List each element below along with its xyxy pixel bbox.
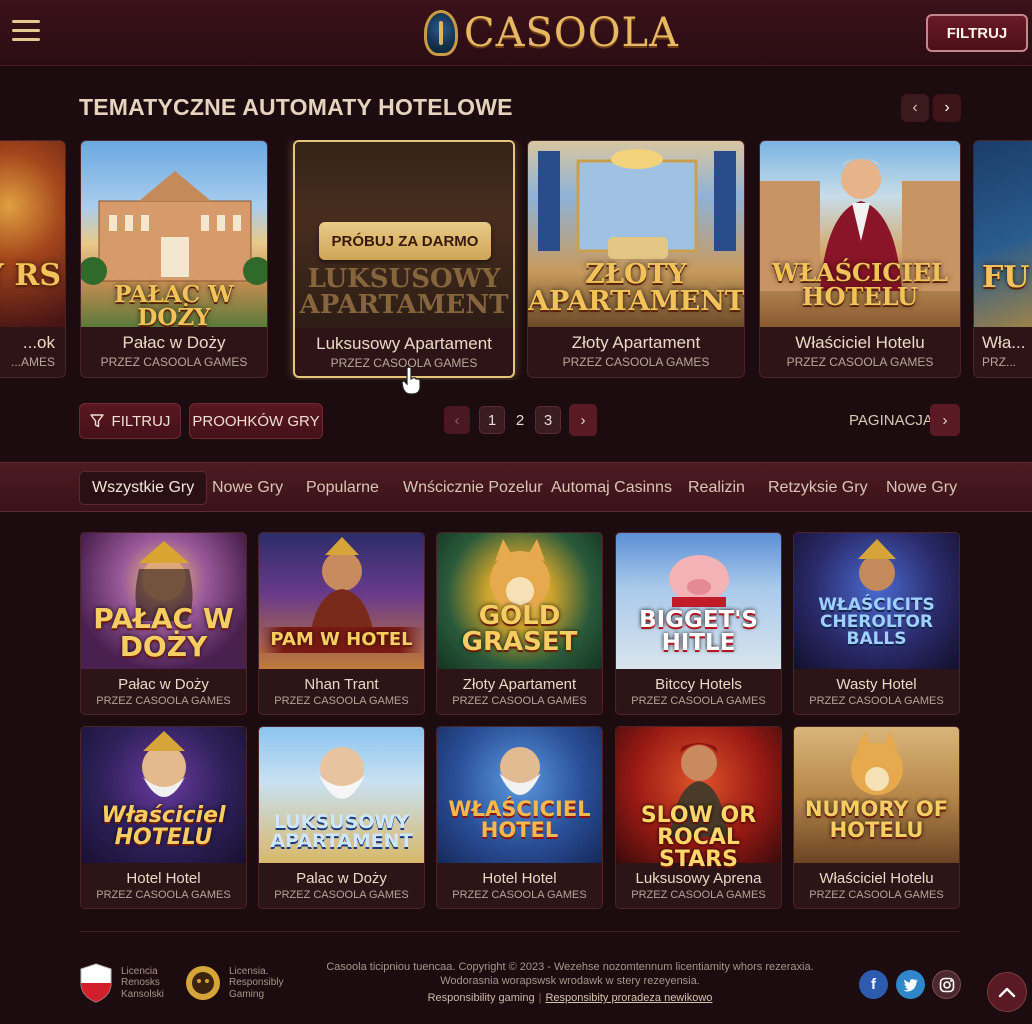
logo-text: CASOOLA: [464, 10, 679, 56]
twitter-icon[interactable]: [896, 970, 925, 999]
chevron-left-icon: ‹: [454, 411, 460, 429]
try-free-button[interactable]: PRÓBUJ ZA DARMO: [319, 222, 491, 260]
chevron-right-icon: ›: [942, 411, 948, 429]
footer-link-policy[interactable]: Responsibity proradeza newikowo: [545, 992, 712, 1004]
page-button[interactable]: 2: [507, 406, 533, 434]
footer-links: Responsibility gaming | Responsibity prora…: [427, 992, 713, 1004]
game-card[interactable]: Właściciel HOTELU Hotel Hotel PRZEZ CASO…: [80, 726, 247, 909]
footer-divider: [79, 931, 960, 932]
game-card[interactable]: PAM W HOTEL Nhan Trant PRZEZ CASOOLA GAM…: [258, 532, 425, 715]
game-art: PAŁAC W DOŻY: [81, 141, 267, 329]
license-badge[interactable]: Licencia Renosks Kansolski: [79, 963, 185, 1003]
game-card[interactable]: LUKSUSOWY APARTAMENT Palac w Doży PRZEZ …: [258, 726, 425, 909]
tab-new-games-2[interactable]: Nowe Gry: [886, 479, 957, 497]
chevron-left-icon: ‹: [912, 99, 918, 116]
game-card[interactable]: WŁAŚCICITS CHEROLTOR BALLS Wasty Hotel P…: [793, 532, 960, 715]
chevron-up-icon: [998, 987, 1016, 998]
instagram-icon[interactable]: [932, 970, 961, 999]
footer-link-responsible-gaming[interactable]: Responsibility gaming: [428, 992, 535, 1004]
game-card[interactable]: PAŁAC W DOŻY Pałac w Doży PRZEZ CASOOLA …: [80, 532, 247, 715]
game-card[interactable]: GOLD GRASET Złoty Apartament PRZEZ CASOO…: [436, 532, 603, 715]
game-art: WŁAŚCICIEL HOTEL: [437, 727, 602, 863]
game-art: WŁAŚCICIEL HOTELU: [760, 141, 960, 327]
hand-cursor-icon: [401, 366, 421, 395]
game-card[interactable]: WŁAŚCICIEL HOTEL Hotel Hotel PRZEZ CASOO…: [436, 726, 603, 909]
logo[interactable]: CASOOLA: [424, 6, 679, 60]
game-art: WŁAŚCICITS CHEROLTOR BALLS: [794, 533, 959, 669]
pagination-next-button[interactable]: ›: [569, 404, 597, 436]
game-card[interactable]: SLOW OR ROCAL STARS Luksusowy Aprena PRZ…: [615, 726, 782, 909]
game-art: GOLD GRASET: [437, 533, 602, 669]
menu-icon[interactable]: [12, 20, 40, 44]
game-art: Właściciel HOTELU: [81, 727, 246, 863]
game-art: BIGGET'S HITLE: [616, 533, 781, 669]
license-badge-text: Licencia Renosks Kansolski: [121, 965, 164, 1000]
tab-new-games[interactable]: Nowe Gry: [212, 479, 283, 497]
section-title: TEMATYCZNE AUTOMATY HOTELOWE: [79, 94, 513, 120]
top-header: CASOOLA FILTRUJ: [0, 0, 1032, 66]
responsible-gaming-icon: [186, 966, 220, 1000]
pagination-next-button-right[interactable]: ›: [930, 404, 960, 436]
tab-all-games[interactable]: Wszystkie Gry: [79, 471, 208, 505]
category-tabs: Wszystkie Gry Nowe Gry Popularne Wnścicz…: [0, 462, 1032, 512]
carousel-card[interactable]: WY RS ...ok ...AMES: [0, 140, 66, 378]
chevron-right-icon: ›: [944, 99, 950, 116]
game-art: WY RS: [0, 141, 65, 327]
funnel-icon: [89, 414, 104, 428]
tab-popular[interactable]: Popularne: [306, 479, 379, 497]
facebook-icon[interactable]: f: [859, 970, 888, 999]
carousel-next-button[interactable]: ›: [933, 94, 961, 122]
filter-button-header[interactable]: FILTRUJ: [926, 14, 1028, 52]
featured-carousel: WY RS ...ok ...AMES PAŁAC W DOŻY Pałac w…: [0, 140, 1032, 380]
game-art: SLOW OR ROCAL STARS: [616, 727, 781, 871]
carousel-card[interactable]: FU S Wła... PRZ...: [973, 140, 1032, 378]
tab-category[interactable]: Retzyksie Gry: [768, 479, 868, 497]
carousel-prev-button[interactable]: ‹: [901, 94, 929, 122]
game-card[interactable]: NUMORY OF HOTELU Właściciel Hotelu PRZEZ…: [793, 726, 960, 909]
responsible-gaming-badge[interactable]: Licensia. Responsibly Gaming: [185, 965, 299, 1001]
scroll-to-top-button[interactable]: [987, 972, 1027, 1012]
carousel-card[interactable]: PAŁAC W DOŻY Pałac w Doży PRZEZ CASOOLA …: [80, 140, 268, 378]
responsible-gaming-text: Licensia. Responsibly Gaming: [229, 965, 284, 1000]
game-card[interactable]: BIGGET'S HITLE Bitccy Hotels PRZEZ CASOO…: [615, 532, 782, 715]
page-button[interactable]: 3: [535, 406, 561, 434]
pagination-prev-button[interactable]: ‹: [444, 406, 470, 434]
game-art: ZŁOTY APARTAMENT: [528, 141, 744, 327]
filter-button-label: FILTRUJ: [111, 412, 171, 430]
logo-emblem-icon: [424, 10, 458, 56]
game-art: PRÓBUJ ZA DARMO LUKSUSOWY APARTAMENT: [295, 142, 513, 328]
game-art: LUKSUSOWY APARTAMENT: [259, 727, 424, 863]
footer-copyright: Casoola ticipniou tuencaa. Copyright © 2…: [326, 961, 814, 988]
game-art: NUMORY OF HOTELU: [794, 727, 959, 863]
carousel-card[interactable]: ZŁOTY APARTAMENT Złoty Apartament PRZEZ …: [527, 140, 745, 378]
carousel-card[interactable]: WŁAŚCICIEL HOTELU Właściciel Hotelu PRZE…: [759, 140, 961, 378]
pagination-label: PAGINACJA: [849, 412, 933, 429]
carousel-card-hovered[interactable]: PRÓBUJ ZA DARMO LUKSUSOWY APARTAMENT Luk…: [293, 140, 515, 378]
tab-category[interactable]: Automaj Casinns: [551, 479, 672, 497]
game-art: PAM W HOTEL: [259, 533, 424, 669]
game-art: FU S: [974, 141, 1032, 327]
page-button[interactable]: 1: [479, 406, 505, 434]
filter-button[interactable]: FILTRUJ: [79, 403, 181, 439]
game-art: PAŁAC W DOŻY: [81, 533, 246, 669]
providers-button[interactable]: PROOHKÓW GRY: [189, 403, 323, 439]
chevron-right-icon: ›: [580, 411, 586, 429]
tab-category[interactable]: Wnścicznie Pozelur: [403, 479, 543, 497]
shield-flag-icon: [80, 963, 112, 1003]
tab-category[interactable]: Realizin: [688, 479, 745, 497]
